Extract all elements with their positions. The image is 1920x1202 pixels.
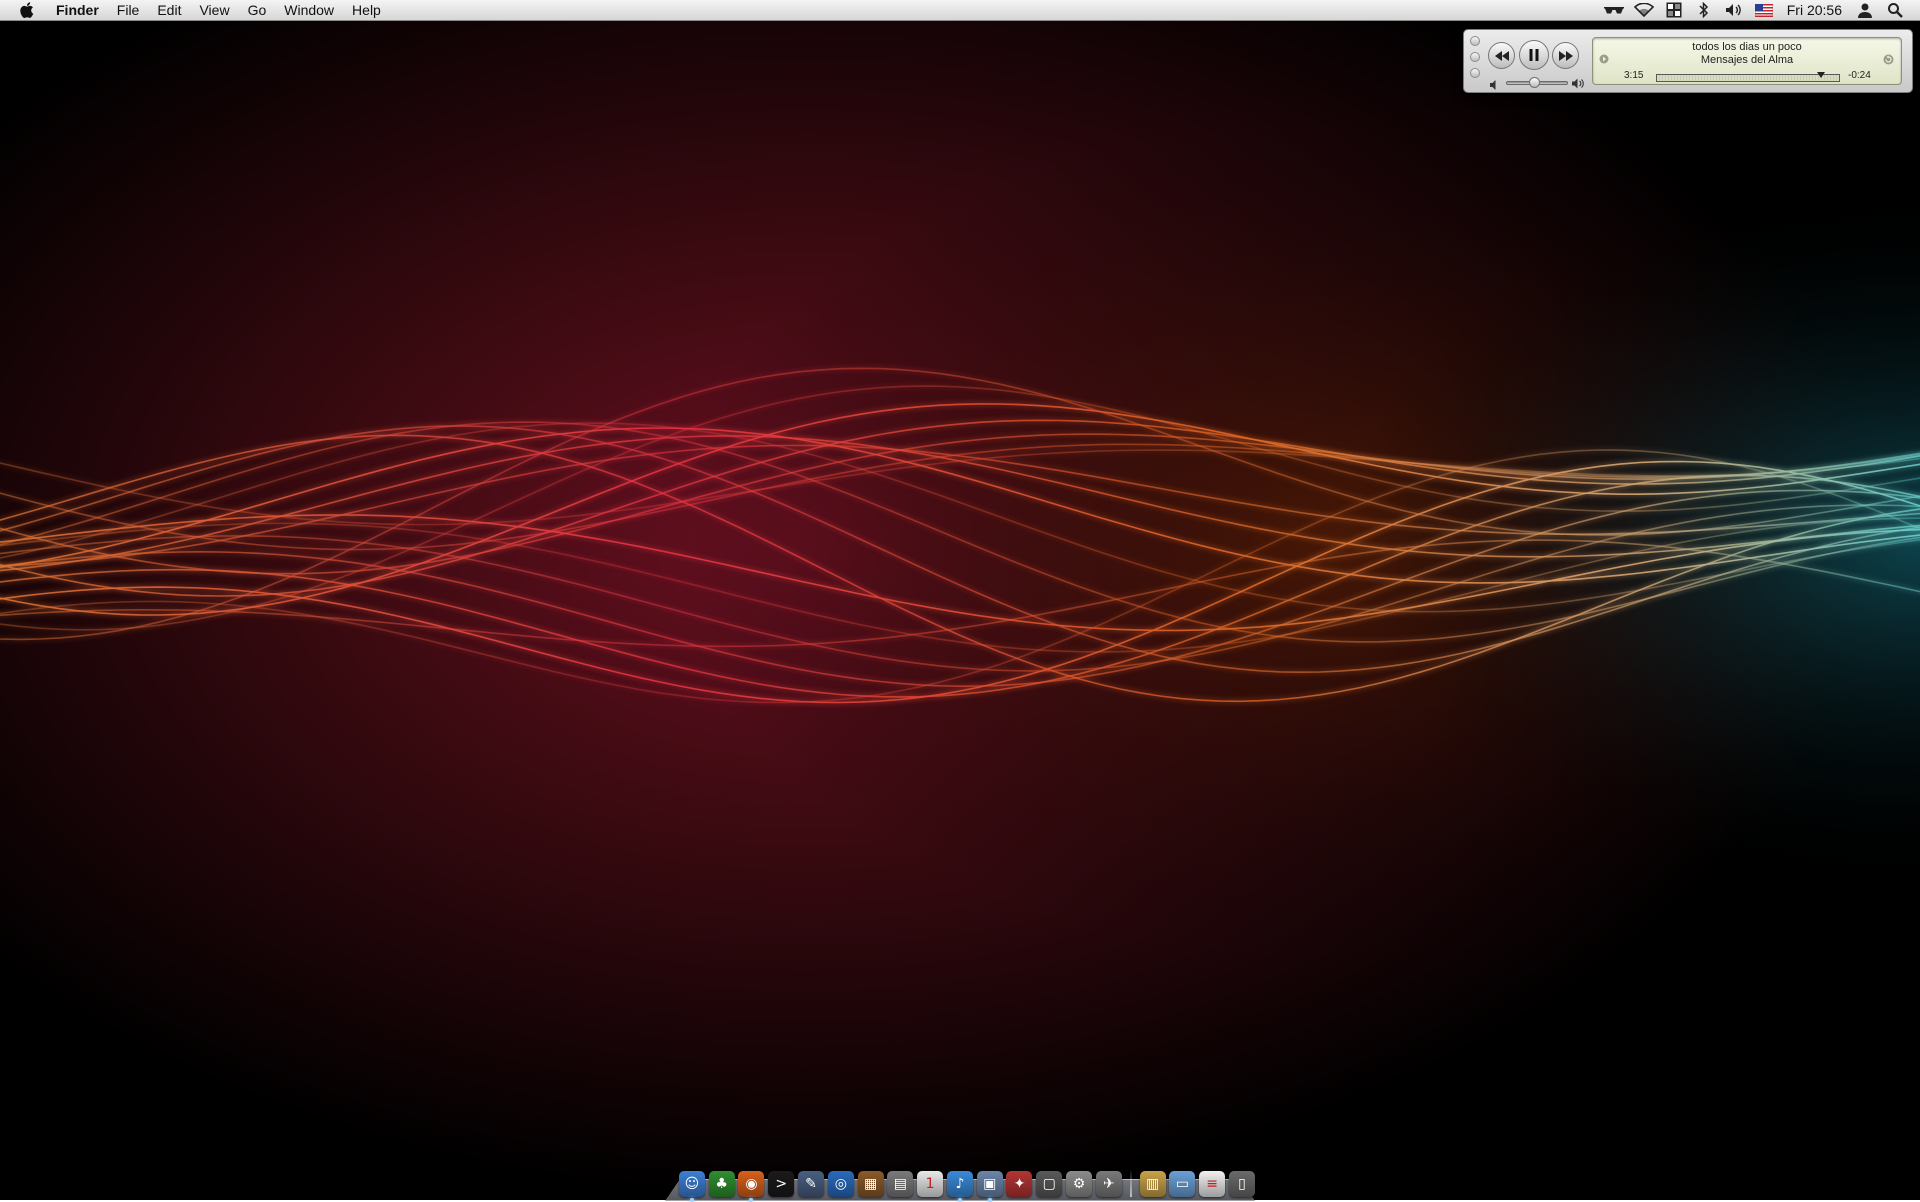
- dock-photo-app-icon[interactable]: ▦: [857, 1171, 884, 1197]
- dock-terminal-icon[interactable]: >: [768, 1171, 795, 1197]
- song-progress-bar[interactable]: [1656, 72, 1840, 82]
- wifi-icon[interactable]: [1633, 0, 1655, 21]
- dock-glyph: ✈: [1102, 1176, 1115, 1192]
- dock-text-document-icon[interactable]: ≡: [1199, 1171, 1226, 1197]
- itunes-mini-player[interactable]: todos los dias un poco Mensajes del Alma…: [1463, 29, 1913, 93]
- dock-automator-icon[interactable]: ✈: [1095, 1171, 1122, 1197]
- us-flag-icon[interactable]: [1753, 0, 1775, 21]
- volume-slider-knob[interactable]: [1528, 77, 1540, 88]
- dock-glyph: >: [775, 1176, 788, 1192]
- dock-documents-folder-icon[interactable]: ▭: [1169, 1171, 1196, 1197]
- sunglasses-icon[interactable]: [1603, 0, 1625, 21]
- dock-system-preferences-icon[interactable]: ⚙: [1066, 1171, 1093, 1197]
- running-indicator: [987, 1198, 992, 1202]
- dock-trash-icon[interactable]: ▯: [1228, 1171, 1255, 1197]
- dock-system-app-icon[interactable]: ✦: [1006, 1171, 1033, 1197]
- rewind-icon: [1494, 50, 1509, 61]
- zoom-window-button[interactable]: [1470, 68, 1480, 78]
- dock-glyph: ▦: [863, 1176, 878, 1192]
- dock-firefox-icon[interactable]: ◉: [738, 1171, 765, 1202]
- dock-preview-icon[interactable]: ▣: [976, 1171, 1003, 1202]
- bluetooth-icon[interactable]: [1693, 0, 1715, 21]
- dock: ☺ ♣ ◉ > ✎ ◎ ▦ ▤ 1 ♪ ▣ ✦ ▢ ⚙ ✈ ▥ ▭ ≡ ▯: [665, 1163, 1257, 1202]
- dock-photo-booth-icon[interactable]: ▢: [1036, 1171, 1063, 1197]
- dock-glyph: ✎: [805, 1176, 817, 1192]
- menu-help[interactable]: Help: [343, 0, 390, 21]
- dock-archive-utility-icon[interactable]: ▤: [887, 1171, 914, 1197]
- artist-name: Mensajes del Alma: [1700, 54, 1794, 66]
- previous-track-button[interactable]: [1488, 42, 1515, 69]
- dock-downloads-stack-icon[interactable]: ▥: [1139, 1171, 1166, 1197]
- apple-menu-icon[interactable]: [16, 0, 38, 21]
- dock-adium-icon[interactable]: ♣: [708, 1171, 735, 1197]
- pause-icon: [1529, 49, 1539, 61]
- next-track-button[interactable]: [1552, 42, 1579, 69]
- user-icon[interactable]: [1854, 0, 1876, 21]
- now-playing-display[interactable]: todos los dias un poco Mensajes del Alma…: [1592, 37, 1902, 85]
- dock-glyph: ▯: [1238, 1176, 1246, 1192]
- close-window-button[interactable]: [1470, 36, 1480, 46]
- dock-glyph: ⚙: [1072, 1176, 1086, 1192]
- spotlight-search-icon[interactable]: [1884, 0, 1906, 21]
- volume-low-icon: [1490, 77, 1500, 95]
- menu-window[interactable]: Window: [275, 0, 343, 21]
- play-pause-button[interactable]: [1519, 40, 1549, 70]
- menu-clock[interactable]: Fri 20:56: [1779, 0, 1850, 21]
- dock-glyph: ▥: [1145, 1176, 1160, 1192]
- menu-file[interactable]: File: [108, 0, 149, 21]
- menu-edit[interactable]: Edit: [148, 0, 190, 21]
- elapsed-time: 3:15: [1624, 70, 1644, 81]
- menu-view[interactable]: View: [190, 0, 238, 21]
- dock-glyph: ▤: [893, 1176, 907, 1192]
- dock-xcode-icon[interactable]: ✎: [798, 1171, 825, 1197]
- running-indicator: [749, 1198, 754, 1202]
- dock-glyph: ◉: [745, 1176, 758, 1192]
- running-indicator: [957, 1198, 962, 1202]
- dock-glyph: ♣: [715, 1176, 728, 1192]
- dock-ical-icon[interactable]: 1: [917, 1171, 944, 1197]
- dock-glyph: 1: [925, 1176, 935, 1192]
- running-indicator: [689, 1198, 694, 1202]
- dock-glyph: ✦: [1013, 1176, 1026, 1192]
- menu-bar: Finder File Edit View Go Window Help Fri…: [0, 0, 1920, 21]
- dock-glyph: ▣: [983, 1176, 997, 1192]
- remaining-time: -0:24: [1848, 70, 1871, 81]
- dock-cyberduck-icon[interactable]: ◎: [827, 1171, 854, 1197]
- playhead-icon[interactable]: [1816, 72, 1825, 78]
- volume-icon[interactable]: [1723, 0, 1745, 21]
- dock-icons: ☺ ♣ ◉ > ✎ ◎ ▦ ▤ 1 ♪ ▣ ✦ ▢ ⚙ ✈ ▥ ▭ ≡ ▯: [677, 1163, 1257, 1202]
- dock-glyph: ☺: [684, 1176, 700, 1192]
- menu-app-name[interactable]: Finder: [48, 0, 108, 21]
- snapback-icon[interactable]: [1883, 54, 1894, 68]
- song-title: todos los dias un poco: [1692, 41, 1802, 53]
- dock-glyph: ♪: [955, 1176, 965, 1192]
- menu-go[interactable]: Go: [239, 0, 276, 21]
- dock-itunes-icon[interactable]: ♪: [946, 1171, 973, 1202]
- fast-forward-icon: [1558, 50, 1573, 61]
- desktop: Finder File Edit View Go Window Help Fri…: [0, 0, 1920, 1202]
- dock-glyph: ▢: [1042, 1176, 1056, 1192]
- wallpaper: [0, 0, 1920, 1200]
- dock-glyph: ▭: [1175, 1176, 1189, 1192]
- dock-glyph: ≡: [1206, 1176, 1219, 1192]
- minimize-window-button[interactable]: [1470, 52, 1480, 62]
- dock-glyph: ◎: [834, 1176, 847, 1192]
- dock-separator[interactable]: [1129, 1169, 1132, 1197]
- dock-finder-icon[interactable]: ☺: [678, 1171, 705, 1202]
- spaces-icon[interactable]: [1663, 0, 1685, 21]
- volume-high-icon: [1572, 76, 1585, 94]
